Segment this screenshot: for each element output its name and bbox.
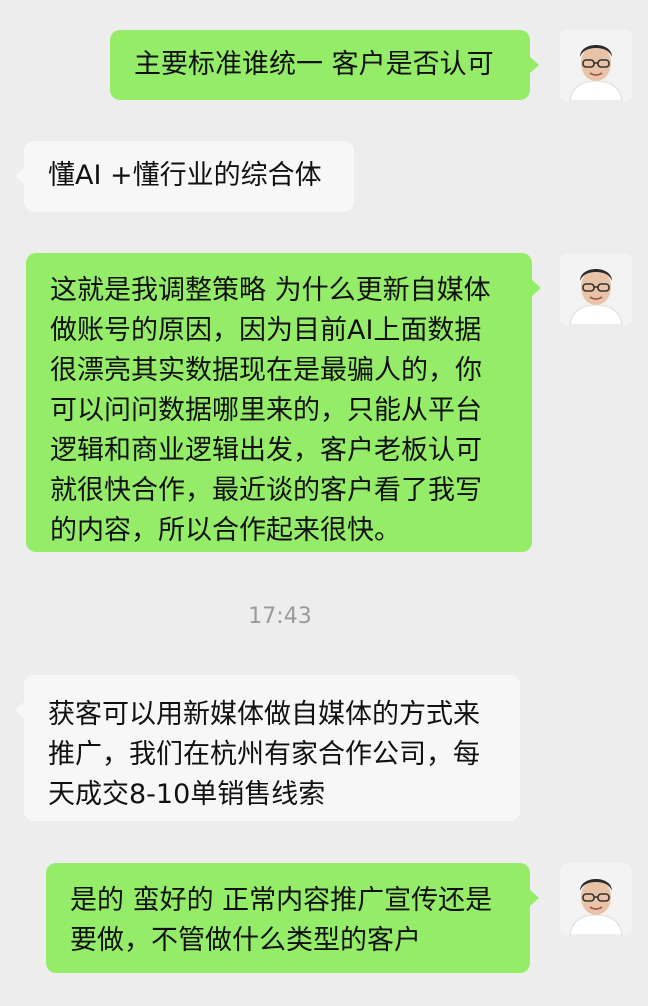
user-avatar-icon xyxy=(560,863,632,935)
message-bubble-outgoing[interactable]: 这就是我调整策略 为什么更新自媒体 做账号的原因，因为目前AI上面数据 很漂亮其… xyxy=(26,253,541,552)
avatar[interactable] xyxy=(560,863,632,935)
user-avatar-icon xyxy=(560,29,632,101)
message-bubble-outgoing[interactable]: 主要标准谁统一 客户是否认可 xyxy=(110,30,539,100)
message-bubble-outgoing[interactable]: 是的 蛮好的 正常内容推广宣传还是 要做，不管做什么类型的客户 xyxy=(46,863,539,973)
message-timestamp: 17:43 xyxy=(248,604,312,629)
avatar[interactable] xyxy=(560,253,632,325)
message-bubble-incoming[interactable]: 懂AI +懂行业的综合体 xyxy=(15,141,354,212)
chat-view[interactable]: 主要标准谁统一 客户是否认可 懂AI +懂行业的综合体 这就是我调整策略 为什么… xyxy=(0,0,648,1006)
avatar[interactable] xyxy=(560,29,632,101)
message-bubble-incoming[interactable]: 获客可以用新媒体做自媒体的方式来 推广，我们在杭州有家合作公司，每 天成交8-1… xyxy=(15,675,520,821)
user-avatar-icon xyxy=(560,253,632,325)
